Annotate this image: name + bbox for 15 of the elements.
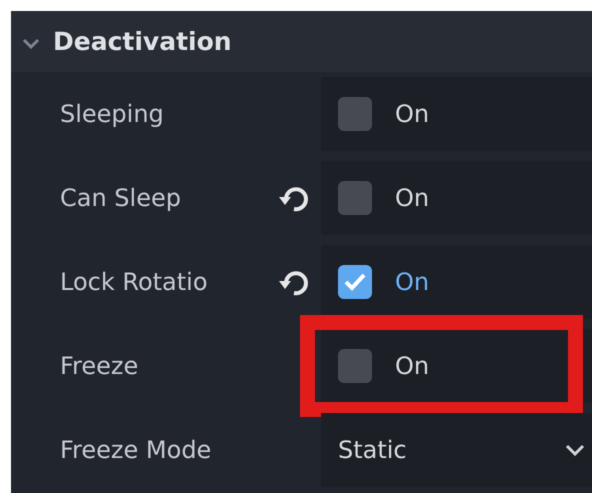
checkbox[interactable] (338, 181, 372, 215)
section-header[interactable]: Deactivation (11, 11, 592, 72)
checkbox[interactable] (338, 265, 372, 299)
checkbox-label[interactable]: On (395, 268, 430, 296)
checkbox-label[interactable]: On (395, 184, 430, 212)
property-label: Lock Rotatio (60, 268, 209, 296)
checkbox[interactable] (338, 97, 372, 131)
checkbox-label[interactable]: On (395, 100, 430, 128)
property-label: Freeze (60, 352, 140, 380)
checkbox-label[interactable]: On (395, 352, 430, 380)
checkbox[interactable] (338, 349, 372, 383)
property-label: Can Sleep (60, 184, 182, 212)
section-title: Deactivation (53, 27, 232, 56)
property-label: Sleeping (60, 100, 165, 128)
property-label: Freeze Mode (60, 436, 212, 464)
